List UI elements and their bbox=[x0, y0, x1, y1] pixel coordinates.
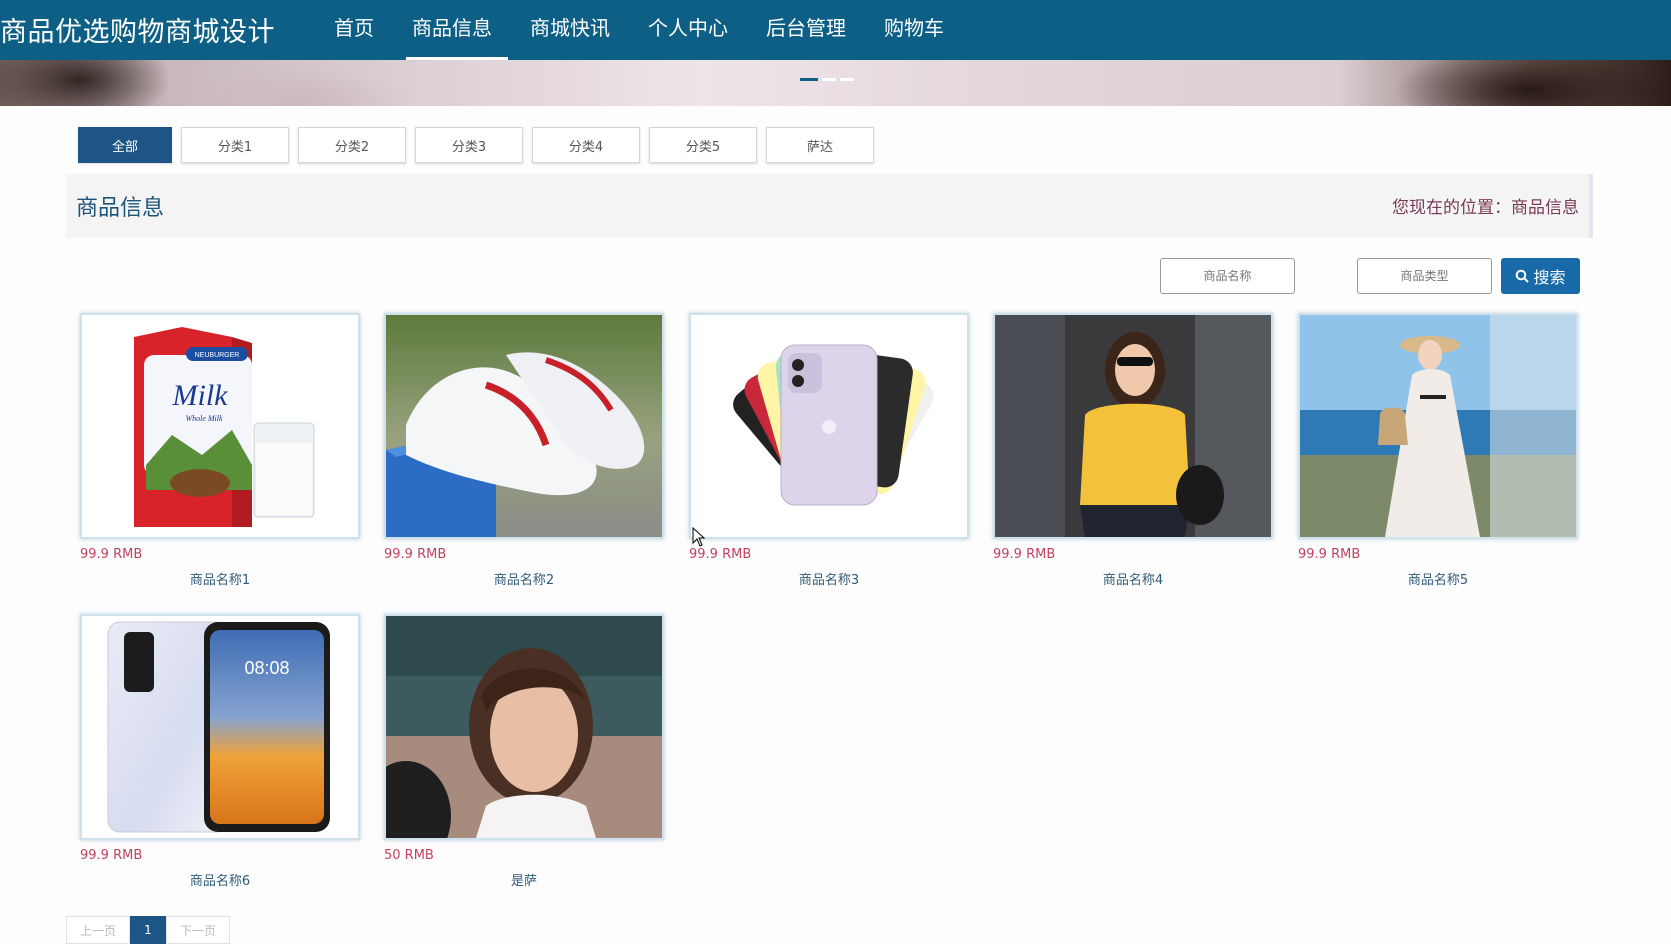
nav-products[interactable]: 商品信息 bbox=[396, 0, 508, 60]
nav-cart[interactable]: 购物车 bbox=[868, 0, 960, 60]
milk-label-text: Milk bbox=[172, 379, 229, 412]
product-image-white-dress[interactable] bbox=[1298, 313, 1578, 539]
search-button-label: 搜索 bbox=[1533, 268, 1566, 287]
main-nav: 首页 商品信息 商城快讯 个人中心 后台管理 购物车 bbox=[318, 0, 966, 60]
search-button[interactable]: 搜索 bbox=[1501, 258, 1580, 294]
product-price: 50 RMB bbox=[384, 848, 434, 863]
page-title: 商品信息 bbox=[76, 196, 165, 221]
product-card: 50 RMB 是萨 bbox=[384, 614, 664, 889]
category-2[interactable]: 分类2 bbox=[298, 127, 406, 163]
product-card: 08:08 99.9 RMB 商品名称6 bbox=[80, 614, 360, 889]
top-navbar: 商品优选购物商城设计 首页 商品信息 商城快讯 个人中心 后台管理 购物车 bbox=[0, 0, 1671, 60]
category-3[interactable]: 分类3 bbox=[415, 127, 523, 163]
product-image-sneakers[interactable] bbox=[384, 313, 664, 539]
product-name[interactable]: 商品名称4 bbox=[993, 569, 1273, 588]
site-title: 商品优选购物商城设计 bbox=[0, 17, 275, 48]
nav-admin[interactable]: 后台管理 bbox=[750, 0, 862, 60]
product-price: 99.9 RMB bbox=[80, 848, 143, 863]
category-all[interactable]: 全部 bbox=[78, 127, 172, 163]
carousel-dot-2[interactable] bbox=[822, 78, 836, 81]
category-filter: 全部 分类1 分类2 分类3 分类4 分类5 萨达 bbox=[78, 127, 883, 163]
product-price: 99.9 RMB bbox=[80, 547, 143, 562]
product-card: 99.9 RMB 商品名称2 bbox=[384, 313, 664, 588]
product-name[interactable]: 商品名称6 bbox=[80, 870, 360, 889]
nav-user-center[interactable]: 个人中心 bbox=[632, 0, 744, 60]
product-card: 99.9 RMB 商品名称3 bbox=[689, 313, 969, 588]
product-image-iphones[interactable] bbox=[689, 313, 969, 539]
carousel-dot-3[interactable] bbox=[840, 78, 854, 81]
product-image-milk[interactable]: NEUBURGER Milk Whole Milk bbox=[80, 313, 360, 539]
category-5[interactable]: 分类5 bbox=[649, 127, 757, 163]
product-card: NEUBURGER Milk Whole Milk 99.9 RMB 商品名称1 bbox=[80, 313, 360, 588]
product-name[interactable]: 商品名称3 bbox=[689, 569, 969, 588]
milk-brand-text: NEUBURGER bbox=[195, 352, 240, 359]
search-icon bbox=[1516, 269, 1530, 283]
banner-carousel[interactable] bbox=[0, 60, 1671, 106]
section-header: 商品信息 您现在的位置：商品信息 bbox=[66, 174, 1593, 238]
breadcrumb: 您现在的位置：商品信息 bbox=[1392, 198, 1579, 218]
milk-sub-text: Whole Milk bbox=[185, 414, 223, 423]
product-image-yellow-sweater[interactable] bbox=[993, 313, 1273, 539]
nav-home[interactable]: 首页 bbox=[318, 0, 390, 60]
product-image-phone[interactable]: 08:08 bbox=[80, 614, 360, 840]
product-price: 99.9 RMB bbox=[1298, 547, 1361, 562]
product-type-search-input[interactable] bbox=[1357, 258, 1492, 294]
product-price: 99.9 RMB bbox=[384, 547, 447, 562]
carousel-dot-1[interactable] bbox=[800, 78, 818, 81]
product-card: 99.9 RMB 商品名称5 bbox=[1298, 313, 1578, 588]
product-name[interactable]: 是萨 bbox=[384, 870, 664, 889]
category-1[interactable]: 分类1 bbox=[181, 127, 289, 163]
product-price: 99.9 RMB bbox=[993, 547, 1056, 562]
nav-news[interactable]: 商城快讯 bbox=[514, 0, 626, 60]
product-image-portrait[interactable] bbox=[384, 614, 664, 840]
product-card: 99.9 RMB 商品名称4 bbox=[993, 313, 1273, 588]
carousel-indicators bbox=[800, 78, 854, 81]
product-name[interactable]: 商品名称1 bbox=[80, 569, 360, 588]
product-price: 99.9 RMB bbox=[689, 547, 752, 562]
mouse-cursor-icon bbox=[692, 527, 706, 547]
category-4[interactable]: 分类4 bbox=[532, 127, 640, 163]
product-name[interactable]: 商品名称2 bbox=[384, 569, 664, 588]
category-sada[interactable]: 萨达 bbox=[766, 127, 874, 163]
phone-time-text: 08:08 bbox=[244, 658, 289, 678]
product-name-search-input[interactable] bbox=[1160, 258, 1295, 294]
product-name[interactable]: 商品名称5 bbox=[1298, 569, 1578, 588]
